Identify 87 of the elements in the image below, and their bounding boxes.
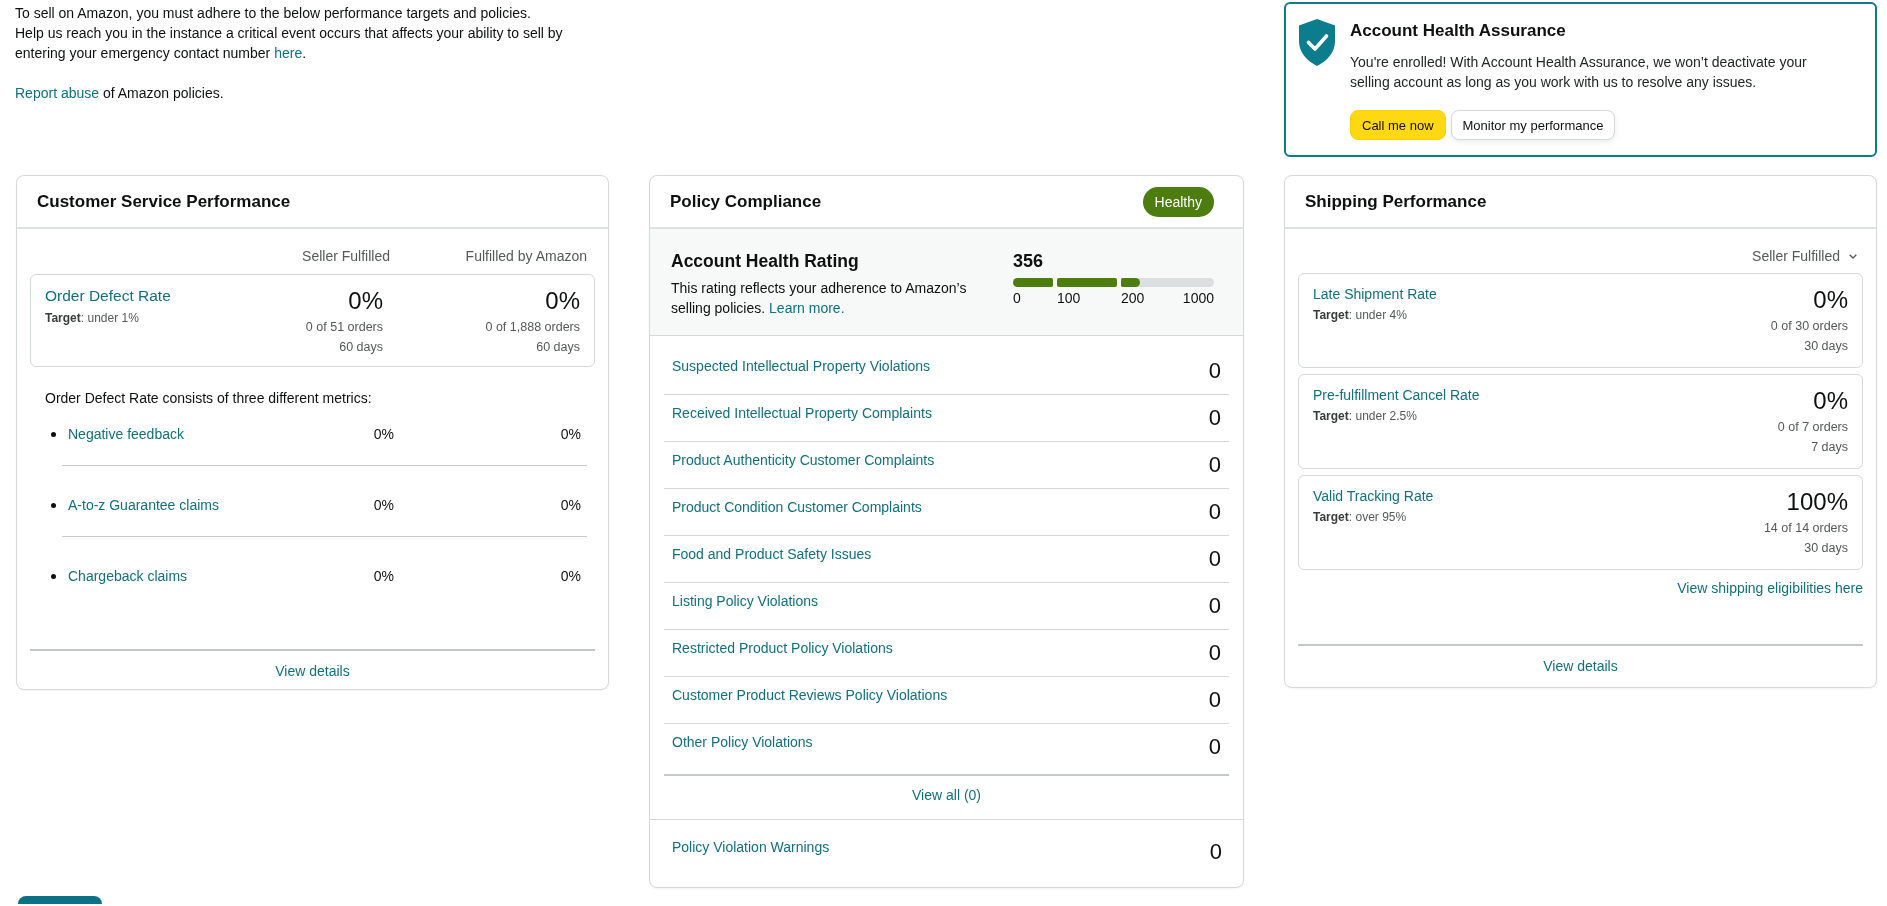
target-text: Target: under 4% — [1313, 307, 1408, 324]
rating-title: Account Health Rating — [671, 250, 860, 273]
metrics-intro-text: Order Defect Rate consists of three different metrics: — [44, 389, 373, 408]
orders-text: 0 of 7 orders — [1777, 419, 1848, 436]
violation-link[interactable]: Received Intellectual Property Complaints — [672, 403, 932, 423]
rate-value: 0% — [559, 567, 581, 586]
rate-value: 0% — [1812, 386, 1848, 416]
rating-description: This rating reflects your adherence to Amazon’s selling policies. Learn more. — [671, 279, 968, 318]
count-value: 0 — [1208, 358, 1221, 384]
target-text: Target: over 95% — [1313, 509, 1408, 526]
rate-value: 0% — [544, 286, 580, 316]
rate-value: 0% — [372, 496, 394, 515]
count-value: 0 — [1208, 687, 1221, 713]
metric-link[interactable]: Chargeback claims — [68, 566, 314, 586]
period-text: 60 days — [535, 339, 580, 356]
rate-value: 0% — [1812, 285, 1848, 315]
warnings-link[interactable]: Policy Violation Warnings — [672, 837, 830, 857]
count-value: 0 — [1209, 839, 1222, 865]
count-value: 0 — [1208, 593, 1221, 619]
score-value: 356 — [1013, 250, 1045, 273]
scale-label: 100 — [1057, 289, 1081, 307]
panel-title: Shipping Performance — [1305, 191, 1487, 212]
count-value: 0 — [1208, 546, 1221, 572]
orders-text: 0 of 1,888 orders — [484, 319, 580, 336]
rate-value: 0% — [559, 425, 581, 444]
bullet-icon — [51, 502, 56, 508]
filter-dropdown[interactable]: Seller Fulfilled — [1752, 246, 1857, 266]
count-value: 0 — [1208, 499, 1221, 525]
call-button[interactable]: Call me now — [1350, 110, 1446, 140]
column-header: Seller Fulfilled — [301, 247, 390, 266]
rate-value: 0% — [559, 496, 581, 515]
metric-link[interactable]: A-to-z Guarantee claims — [68, 495, 314, 515]
metric-link[interactable]: Negative feedback — [68, 424, 314, 444]
period-text: 7 days — [1810, 439, 1848, 456]
metric-link[interactable]: Valid Tracking Rate — [1313, 486, 1764, 506]
panel-title: Policy Compliance — [670, 191, 822, 212]
bullet-icon — [51, 573, 56, 579]
orders-text: 0 of 51 orders — [304, 319, 383, 336]
violation-link[interactable]: Food and Product Safety Issues — [672, 544, 872, 564]
contact-link[interactable]: here — [274, 45, 303, 61]
report-text: Report abuse of Amazon policies. — [15, 84, 225, 103]
metric-link[interactable]: Order Defect Rate — [45, 285, 183, 307]
monitor-button[interactable]: Monitor my performance — [1450, 110, 1616, 140]
violation-link[interactable]: Customer Product Reviews Policy Violations — [672, 685, 948, 705]
rate-value: 0% — [372, 567, 394, 586]
view-details-link[interactable]: View details — [1543, 658, 1618, 674]
card-message: You're enrolled! With Account Health Assurance, we won’t deactivate your selling account as long as you work with us to resolve any issues. — [1350, 53, 1808, 92]
violation-link[interactable]: Product Condition Customer Complaints — [672, 497, 922, 517]
count-value: 0 — [1208, 405, 1221, 431]
panel-title: Customer Service Performance — [37, 191, 291, 212]
orders-text: 14 of 14 orders — [1763, 520, 1848, 537]
count-value: 0 — [1208, 734, 1221, 760]
violation-link[interactable]: Restricted Product Policy Violations — [672, 638, 893, 658]
violation-link[interactable]: Product Authenticity Customer Complaints — [672, 450, 935, 470]
violation-link[interactable]: Other Policy Violations — [672, 732, 813, 752]
eligibility-link[interactable]: View shipping eligibilities here — [1677, 580, 1863, 596]
target-text: Target: under 1% — [45, 310, 140, 327]
rate-value: 0% — [372, 425, 394, 444]
status-badge: Healthy — [1142, 186, 1214, 217]
scale-label: 200 — [1121, 289, 1145, 307]
contact-text: Help us reach you in the instance a critical event occurs that affects your ability to sell by entering your emergency contact number here. — [15, 24, 564, 63]
period-text: 60 days — [338, 339, 383, 356]
period-text: 30 days — [1803, 540, 1848, 557]
learn-more-link[interactable]: Learn more. — [769, 300, 845, 316]
count-value: 0 — [1208, 640, 1221, 666]
bullet-icon — [51, 431, 56, 437]
column-header: Fulfilled by Amazon — [464, 247, 587, 266]
count-value: 0 — [1208, 452, 1221, 478]
scale-label: 1000 — [1182, 289, 1214, 307]
scale-label: 0 — [1013, 289, 1021, 307]
violation-link[interactable]: Listing Policy Violations — [672, 591, 819, 611]
caret-icon — [1849, 253, 1857, 259]
report-abuse-link[interactable]: Report abuse — [15, 85, 100, 101]
orders-text: 0 of 30 orders — [1770, 318, 1848, 335]
shield-check-icon — [1299, 19, 1335, 66]
view-details-link[interactable]: View details — [275, 663, 350, 679]
action-button[interactable] — [18, 896, 102, 904]
card-title: Account Health Assurance — [1350, 20, 1567, 42]
rate-value: 0% — [347, 286, 383, 316]
target-text: Target: under 2.5% — [1313, 408, 1418, 425]
period-text: 30 days — [1803, 338, 1848, 355]
violation-link[interactable]: Suspected Intellectual Property Violations — [672, 356, 931, 376]
metric-link[interactable]: Pre-fulfillment Cancel Rate — [1313, 385, 1778, 405]
intro-text: To sell on Amazon, you must adhere to the below performance targets and policies. — [15, 4, 532, 23]
view-all-link[interactable]: View all (0) — [912, 787, 981, 803]
metric-link[interactable]: Late Shipment Rate — [1313, 284, 1771, 304]
rate-value: 100% — [1785, 487, 1848, 517]
